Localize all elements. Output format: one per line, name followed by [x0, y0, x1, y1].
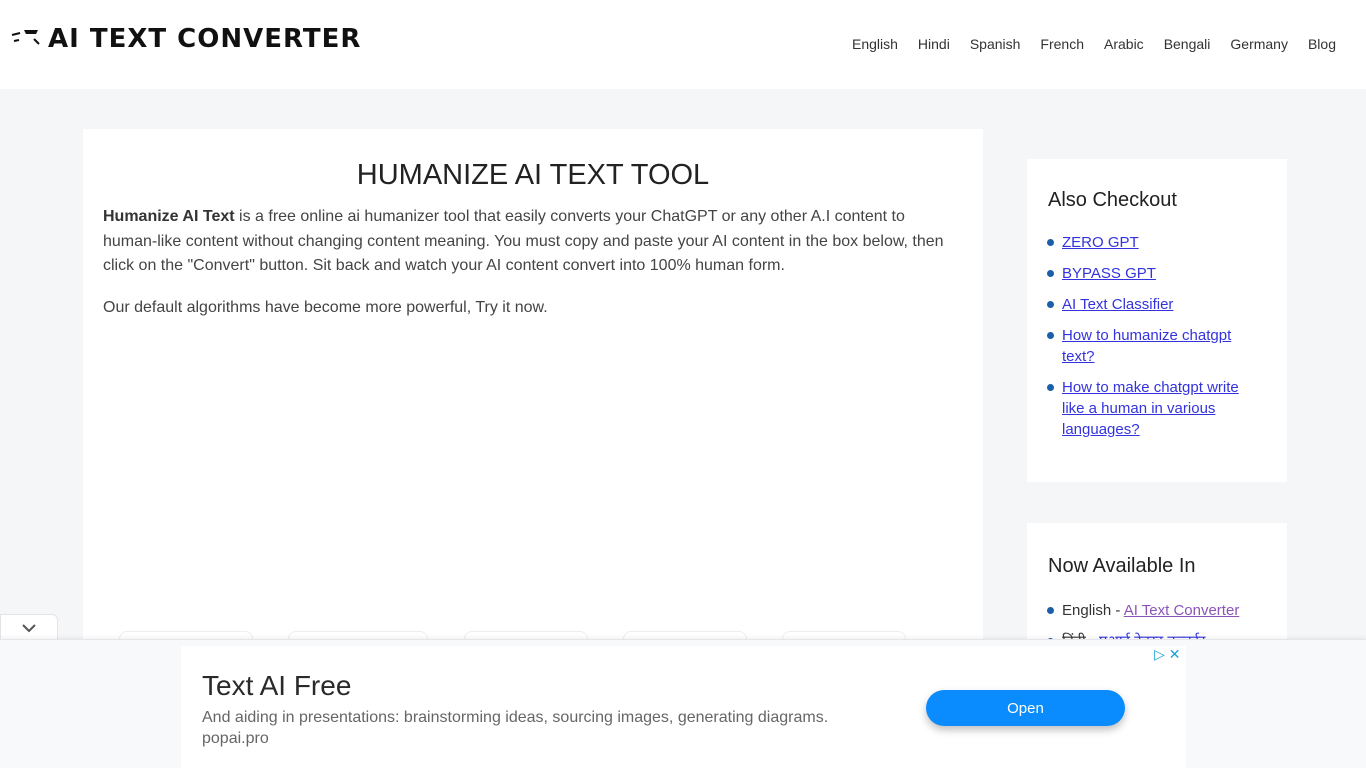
logo[interactable]: AI TEXT CONVERTER — [10, 24, 361, 54]
nav-germany[interactable]: Germany — [1230, 36, 1288, 52]
list-item: How to make chatgpt write like a human i… — [1047, 377, 1247, 440]
logo-text: AI TEXT CONVERTER — [48, 24, 362, 54]
ad-description: And aiding in presentations: brainstormi… — [202, 707, 828, 749]
ad-title[interactable]: Text AI Free — [202, 670, 351, 702]
ad-description-text: And aiding in presentations: brainstormi… — [202, 709, 829, 726]
intro-paragraph: Humanize AI Text is a free online ai hum… — [103, 205, 963, 279]
list-item: BYPASS GPT — [1047, 263, 1247, 284]
list-item: English - AI Text Converter — [1047, 600, 1277, 621]
also-checkout-card: Also Checkout ZERO GPT BYPASS GPT AI Tex… — [1027, 159, 1287, 482]
nav-french[interactable]: French — [1040, 36, 1084, 52]
nav-hindi[interactable]: Hindi — [918, 36, 950, 52]
ad-collapse-button[interactable] — [0, 614, 58, 640]
main-nav: English Hindi Spanish French Arabic Beng… — [852, 36, 1336, 52]
link-zero-gpt[interactable]: ZERO GPT — [1062, 234, 1139, 251]
nav-blog[interactable]: Blog — [1308, 36, 1336, 52]
page-title: HUMANIZE AI TEXT TOOL — [356, 159, 710, 191]
list-item: How to humanize chatgpt text? — [1047, 325, 1247, 367]
intro-paragraph-2: Our default algorithms have become more … — [103, 299, 548, 316]
intro-bold: Humanize AI Text — [103, 208, 235, 225]
close-icon[interactable]: ✕ — [1169, 646, 1181, 663]
logo-icon — [11, 30, 40, 45]
ad-controls: ▷ ✕ — [1154, 646, 1181, 663]
ad-banner[interactable]: Text AI Free And aiding in presentations… — [181, 646, 1186, 768]
bottom-ad-bar: Text AI Free And aiding in presentations… — [0, 639, 1366, 768]
adchoices-icon[interactable]: ▷ — [1154, 646, 1165, 663]
also-checkout-list: ZERO GPT BYPASS GPT AI Text Classifier H… — [1047, 232, 1287, 440]
nav-spanish[interactable]: Spanish — [970, 36, 1021, 52]
link-humanize-chatgpt[interactable]: How to humanize chatgpt text? — [1062, 327, 1231, 365]
main-content-card: HUMANIZE AI TEXT TOOL Humanize AI Text i… — [83, 129, 983, 651]
now-available-heading: Now Available In — [1048, 555, 1196, 577]
chevron-down-icon — [22, 623, 36, 632]
nav-english[interactable]: English — [852, 36, 898, 52]
list-item: ZERO GPT — [1047, 232, 1247, 253]
ad-domain: popai.pro — [202, 730, 269, 747]
link-bypass-gpt[interactable]: BYPASS GPT — [1062, 265, 1156, 282]
ad-open-button[interactable]: Open — [926, 690, 1125, 726]
link-chatgpt-write-human[interactable]: How to make chatgpt write like a human i… — [1062, 379, 1239, 438]
site-header: AI TEXT CONVERTER English Hindi Spanish … — [0, 0, 1366, 89]
nav-bengali[interactable]: Bengali — [1164, 36, 1211, 52]
also-checkout-heading: Also Checkout — [1048, 189, 1177, 211]
link-english-converter[interactable]: AI Text Converter — [1124, 602, 1240, 619]
lang-label: English - — [1062, 602, 1124, 619]
now-available-card: Now Available In English - AI Text Conve… — [1027, 523, 1287, 653]
nav-arabic[interactable]: Arabic — [1104, 36, 1144, 52]
list-item: AI Text Classifier — [1047, 294, 1247, 315]
link-ai-text-classifier[interactable]: AI Text Classifier — [1062, 296, 1173, 313]
